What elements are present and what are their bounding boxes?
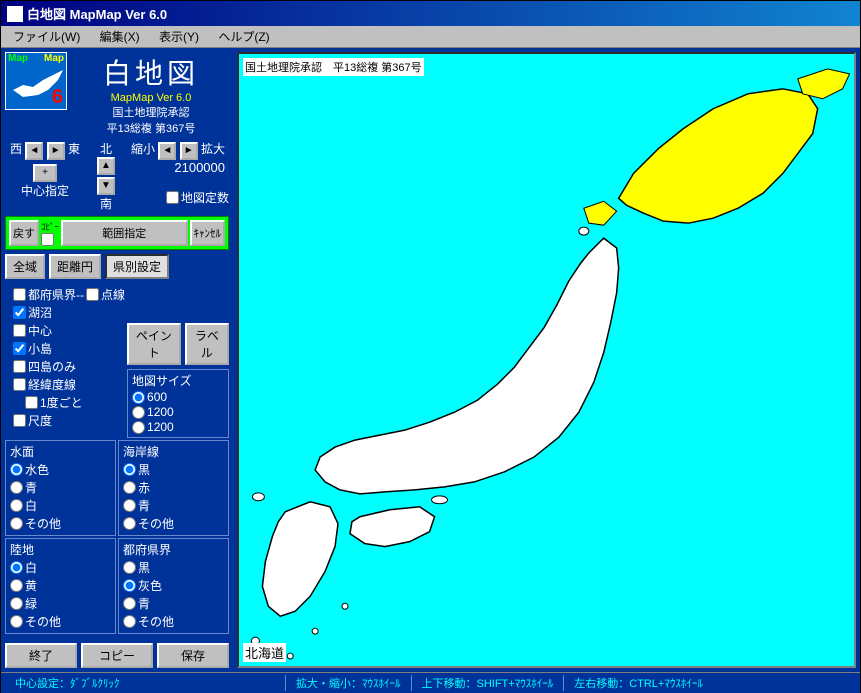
all-area-button[interactable]: 全域: [5, 254, 45, 279]
menu-help[interactable]: ヘルプ(Z): [210, 28, 277, 46]
pref-gray-radio[interactable]: [123, 579, 136, 592]
water-cyan-radio[interactable]: [10, 463, 23, 476]
coast-other-radio[interactable]: [123, 517, 136, 530]
center-label: 中心指定: [5, 182, 85, 199]
zoom-in-button[interactable]: ►: [180, 142, 198, 160]
prefborder-checkbox[interactable]: [13, 288, 26, 301]
map-attribution: 国土地理院承認 平13総複 第367号: [243, 58, 424, 76]
scale-checkbox[interactable]: [13, 414, 26, 427]
copy-checkbox[interactable]: [41, 233, 54, 246]
plus-button[interactable]: +: [33, 164, 57, 182]
coast-blue-radio[interactable]: [123, 499, 136, 512]
app-icon: [7, 6, 23, 22]
map-area: 国土地理院承認 平13総複 第367号: [233, 48, 860, 672]
titlebar[interactable]: 白地図 MapMap Ver 6.0: [1, 1, 860, 26]
approval-label: 国土地理院承認: [73, 104, 229, 120]
pref-group: 都府県界 黒 灰色 青 その他: [118, 538, 229, 634]
water-white-radio[interactable]: [10, 499, 23, 512]
onedeg-checkbox[interactable]: [25, 396, 38, 409]
land-green-radio[interactable]: [10, 597, 23, 610]
zoom-nav: 縮小 ◄ ► 拡大 2100000 地図定数: [127, 140, 229, 207]
mapint-checkbox[interactable]: [166, 191, 179, 204]
approval-number: 平13総複 第367号: [73, 120, 229, 136]
label-button[interactable]: ラベル: [185, 323, 229, 365]
fourisland-checkbox[interactable]: [13, 360, 26, 373]
coast-group: 海岸線 黒 赤 青 その他: [118, 440, 229, 536]
copy-button[interactable]: コピー: [81, 643, 153, 668]
size-1200b-radio[interactable]: [132, 421, 145, 434]
distance-circle-button[interactable]: 距離円: [49, 254, 101, 279]
north-button[interactable]: ▲: [97, 157, 115, 175]
land-other-radio[interactable]: [10, 615, 23, 628]
region-label: 北海道: [243, 643, 286, 662]
west-button[interactable]: ◄: [25, 142, 43, 160]
zoom-out-button[interactable]: ◄: [158, 142, 176, 160]
menu-edit[interactable]: 編集(X): [92, 28, 148, 46]
japan-map: [239, 54, 854, 666]
end-button[interactable]: 終了: [5, 643, 77, 668]
mapsize-group: 地図サイズ 600 1200 1200: [127, 369, 229, 438]
cancel-button[interactable]: ｷｬﾝｾﾙ: [190, 220, 226, 246]
water-other-radio[interactable]: [10, 517, 23, 530]
water-blue-radio[interactable]: [10, 481, 23, 494]
water-group: 水面 水色 青 白 その他: [5, 440, 116, 536]
land-white-radio[interactable]: [10, 561, 23, 574]
size-1200a-radio[interactable]: [132, 406, 145, 419]
ns-nav: 北 ▲ ▼ 南: [91, 140, 121, 212]
status-center: 中心設定：ﾀﾞﾌﾞﾙｸﾘｯｸ: [5, 675, 285, 691]
latlon-checkbox[interactable]: [13, 378, 26, 391]
east-button[interactable]: ►: [47, 142, 65, 160]
scale-value: 2100000: [127, 160, 229, 175]
status-leftright: 左右移動：CTRL+ﾏｳｽﾎｲｰﾙ: [563, 675, 713, 691]
window-title: 白地図 MapMap Ver 6.0: [27, 4, 167, 23]
back-button[interactable]: 戻す: [9, 220, 39, 246]
pref-other-radio[interactable]: [123, 615, 136, 628]
pref-setting-button[interactable]: 県別設定: [105, 254, 169, 279]
save-button[interactable]: 保存: [157, 643, 229, 668]
island-checkbox[interactable]: [13, 342, 26, 355]
south-button[interactable]: ▼: [97, 177, 115, 195]
land-group: 陸地 白 黄 緑 その他: [5, 538, 116, 634]
menu-view[interactable]: 表示(Y): [151, 28, 207, 46]
status-zoom: 拡大・縮小：ﾏｳｽﾎｲｰﾙ: [285, 675, 411, 691]
pref-black-radio[interactable]: [123, 561, 136, 574]
size-600-radio[interactable]: [132, 391, 145, 404]
land-yellow-radio[interactable]: [10, 579, 23, 592]
coast-black-radio[interactable]: [123, 463, 136, 476]
pref-blue-radio[interactable]: [123, 597, 136, 610]
main-title: 白地図: [73, 52, 229, 92]
map-canvas[interactable]: 国土地理院承認 平13総複 第367号: [237, 52, 856, 668]
paint-button[interactable]: ペイント: [127, 323, 181, 365]
center-checkbox[interactable]: [13, 324, 26, 337]
range-panel: 戻す ｺﾋﾟｰ 範囲指定 ｷｬﾝｾﾙ: [5, 216, 229, 250]
version-label: MapMap Ver 6.0: [73, 92, 229, 104]
sidebar: Map Map 6 白地図 MapMap Ver 6.0 国土地理院承認 平13…: [1, 48, 233, 672]
app-window: 白地図 MapMap Ver 6.0 ファイル(W) 編集(X) 表示(Y) ヘ…: [0, 0, 861, 690]
menu-file[interactable]: ファイル(W): [5, 28, 88, 46]
status-updown: 上下移動：SHIFT+ﾏｳｽﾎｲｰﾙ: [411, 675, 564, 691]
lake-checkbox[interactable]: [13, 306, 26, 319]
range-spec-button[interactable]: 範囲指定: [61, 220, 187, 246]
menubar: ファイル(W) 編集(X) 表示(Y) ヘルプ(Z): [1, 26, 860, 48]
dotted-checkbox[interactable]: [86, 288, 99, 301]
coast-red-radio[interactable]: [123, 481, 136, 494]
app-logo: Map Map 6: [5, 52, 67, 110]
ew-nav: 西 ◄ ► 東 + 中心指定: [5, 140, 85, 199]
